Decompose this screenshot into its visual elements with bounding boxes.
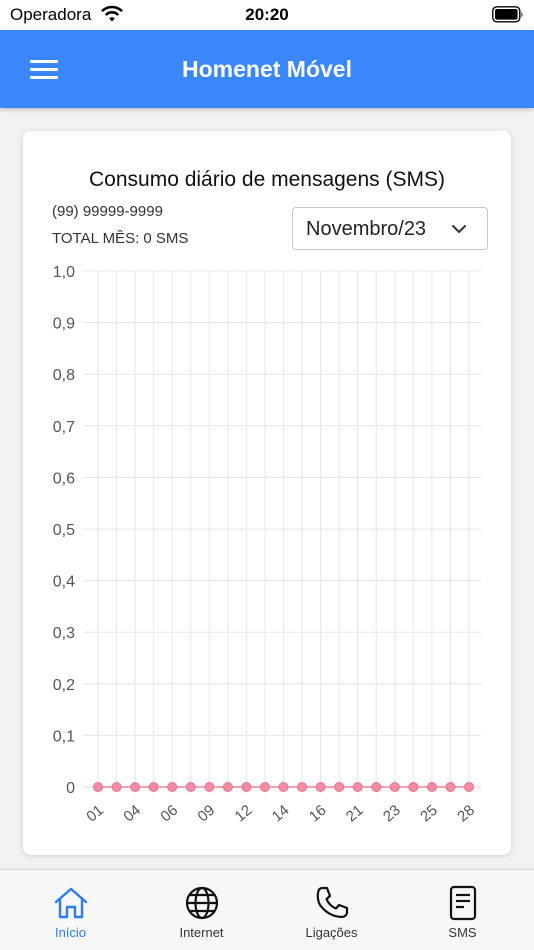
monthly-total: TOTAL MÊS: 0 SMS — [52, 230, 189, 247]
month-dropdown[interactable]: Novembro/23 — [292, 207, 488, 250]
chevron-down-icon — [452, 225, 466, 233]
sms-usage-card: Consumo diário de mensagens (SMS) (99) 9… — [23, 131, 511, 855]
status-bar: Operadora 20:20 — [0, 0, 534, 30]
home-icon — [54, 887, 88, 919]
tab-inicio[interactable]: Início — [4, 870, 137, 950]
app-title: Homenet Móvel — [182, 56, 352, 82]
bottom-tab-bar: Início Internet Ligações SMS — [0, 869, 534, 950]
tab-label: Ligações — [305, 925, 358, 940]
tab-ligacoes[interactable]: Ligações — [265, 870, 398, 950]
tab-label: SMS — [448, 925, 477, 940]
tab-internet[interactable]: Internet — [135, 870, 268, 950]
phone-number: (99) 99999-9999 — [52, 203, 163, 220]
sms-icon — [449, 885, 477, 921]
globe-icon — [185, 886, 219, 920]
phone-icon — [316, 886, 349, 919]
tab-label: Internet — [179, 925, 224, 940]
battery-icon — [492, 6, 523, 23]
card-title: Consumo diário de mensagens (SMS) — [89, 168, 445, 191]
status-time: 20:20 — [245, 5, 289, 24]
tab-sms[interactable]: SMS — [396, 870, 529, 950]
tab-label: Início — [54, 925, 87, 940]
month-dropdown-value: Novembro/23 — [306, 218, 427, 240]
app-header: Homenet Móvel — [0, 30, 534, 108]
